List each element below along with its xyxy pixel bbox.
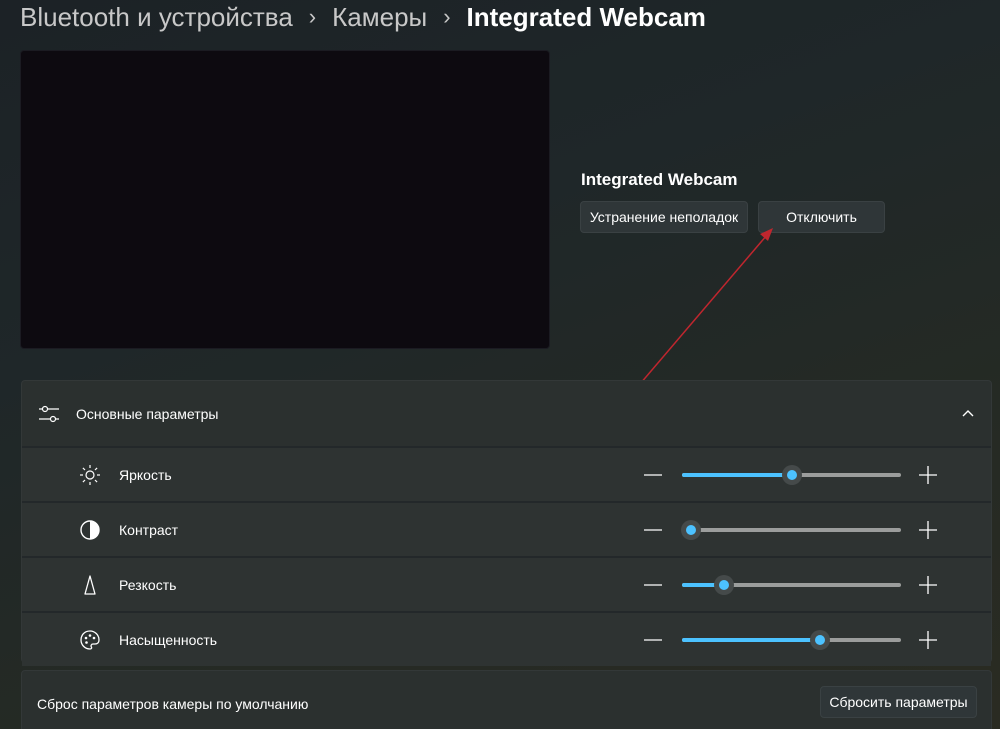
sharpness-slider[interactable]	[682, 574, 901, 595]
plus-icon[interactable]	[918, 575, 938, 595]
breadcrumb-separator-icon: ›	[443, 4, 451, 29]
breadcrumb: Bluetooth и устройства › Камеры › Integr…	[20, 0, 706, 34]
setting-row-sharpness: Резкость	[22, 556, 991, 611]
brightness-slider[interactable]	[682, 464, 901, 485]
setting-label: Резкость	[119, 576, 177, 593]
saturation-slider[interactable]	[682, 629, 901, 650]
contrast-slider[interactable]	[680, 519, 901, 540]
reset-panel: Сброс параметров камеры по умолчанию Сбр…	[21, 670, 992, 729]
basic-settings-header[interactable]: Основные параметры	[22, 381, 991, 446]
breadcrumb-bluetooth[interactable]: Bluetooth и устройства	[20, 2, 293, 33]
setting-row-saturation: Насыщенность	[22, 611, 991, 666]
reset-label: Сброс параметров камеры по умолчанию	[37, 696, 309, 712]
sharpness-icon	[84, 575, 96, 595]
setting-row-brightness: Яркость	[22, 446, 991, 501]
disable-button[interactable]: Отключить	[758, 201, 885, 233]
setting-label: Яркость	[119, 466, 172, 483]
minus-icon[interactable]	[643, 520, 663, 540]
slider-thumb[interactable]	[680, 519, 701, 540]
plus-icon[interactable]	[918, 520, 938, 540]
troubleshoot-button[interactable]: Устранение неполадок	[580, 201, 748, 233]
reset-button[interactable]: Сбросить параметры	[820, 686, 977, 718]
basic-settings-panel: Основные параметры Яркость Контраст Резк…	[21, 380, 992, 666]
setting-row-contrast: Контраст	[22, 501, 991, 556]
slider-thumb[interactable]	[713, 574, 734, 595]
contrast-icon	[80, 520, 100, 540]
setting-label: Контраст	[119, 521, 179, 538]
brightness-icon	[80, 465, 100, 485]
page-title: Integrated Webcam	[466, 1, 706, 32]
sliders-icon	[39, 405, 59, 422]
slider-thumb[interactable]	[809, 629, 830, 650]
chevron-up-icon[interactable]	[961, 406, 975, 420]
breadcrumb-cameras[interactable]: Камеры	[332, 2, 427, 33]
minus-icon[interactable]	[643, 465, 663, 485]
plus-icon[interactable]	[918, 465, 938, 485]
minus-icon[interactable]	[643, 575, 663, 595]
palette-icon	[80, 630, 100, 650]
camera-name: Integrated Webcam	[581, 170, 738, 189]
basic-settings-title: Основные параметры	[76, 405, 219, 422]
plus-icon[interactable]	[918, 630, 938, 650]
camera-preview	[20, 50, 550, 349]
breadcrumb-separator-icon: ›	[308, 4, 317, 29]
minus-icon[interactable]	[643, 630, 663, 650]
setting-label: Насыщенность	[119, 631, 218, 648]
slider-thumb[interactable]	[781, 464, 802, 485]
